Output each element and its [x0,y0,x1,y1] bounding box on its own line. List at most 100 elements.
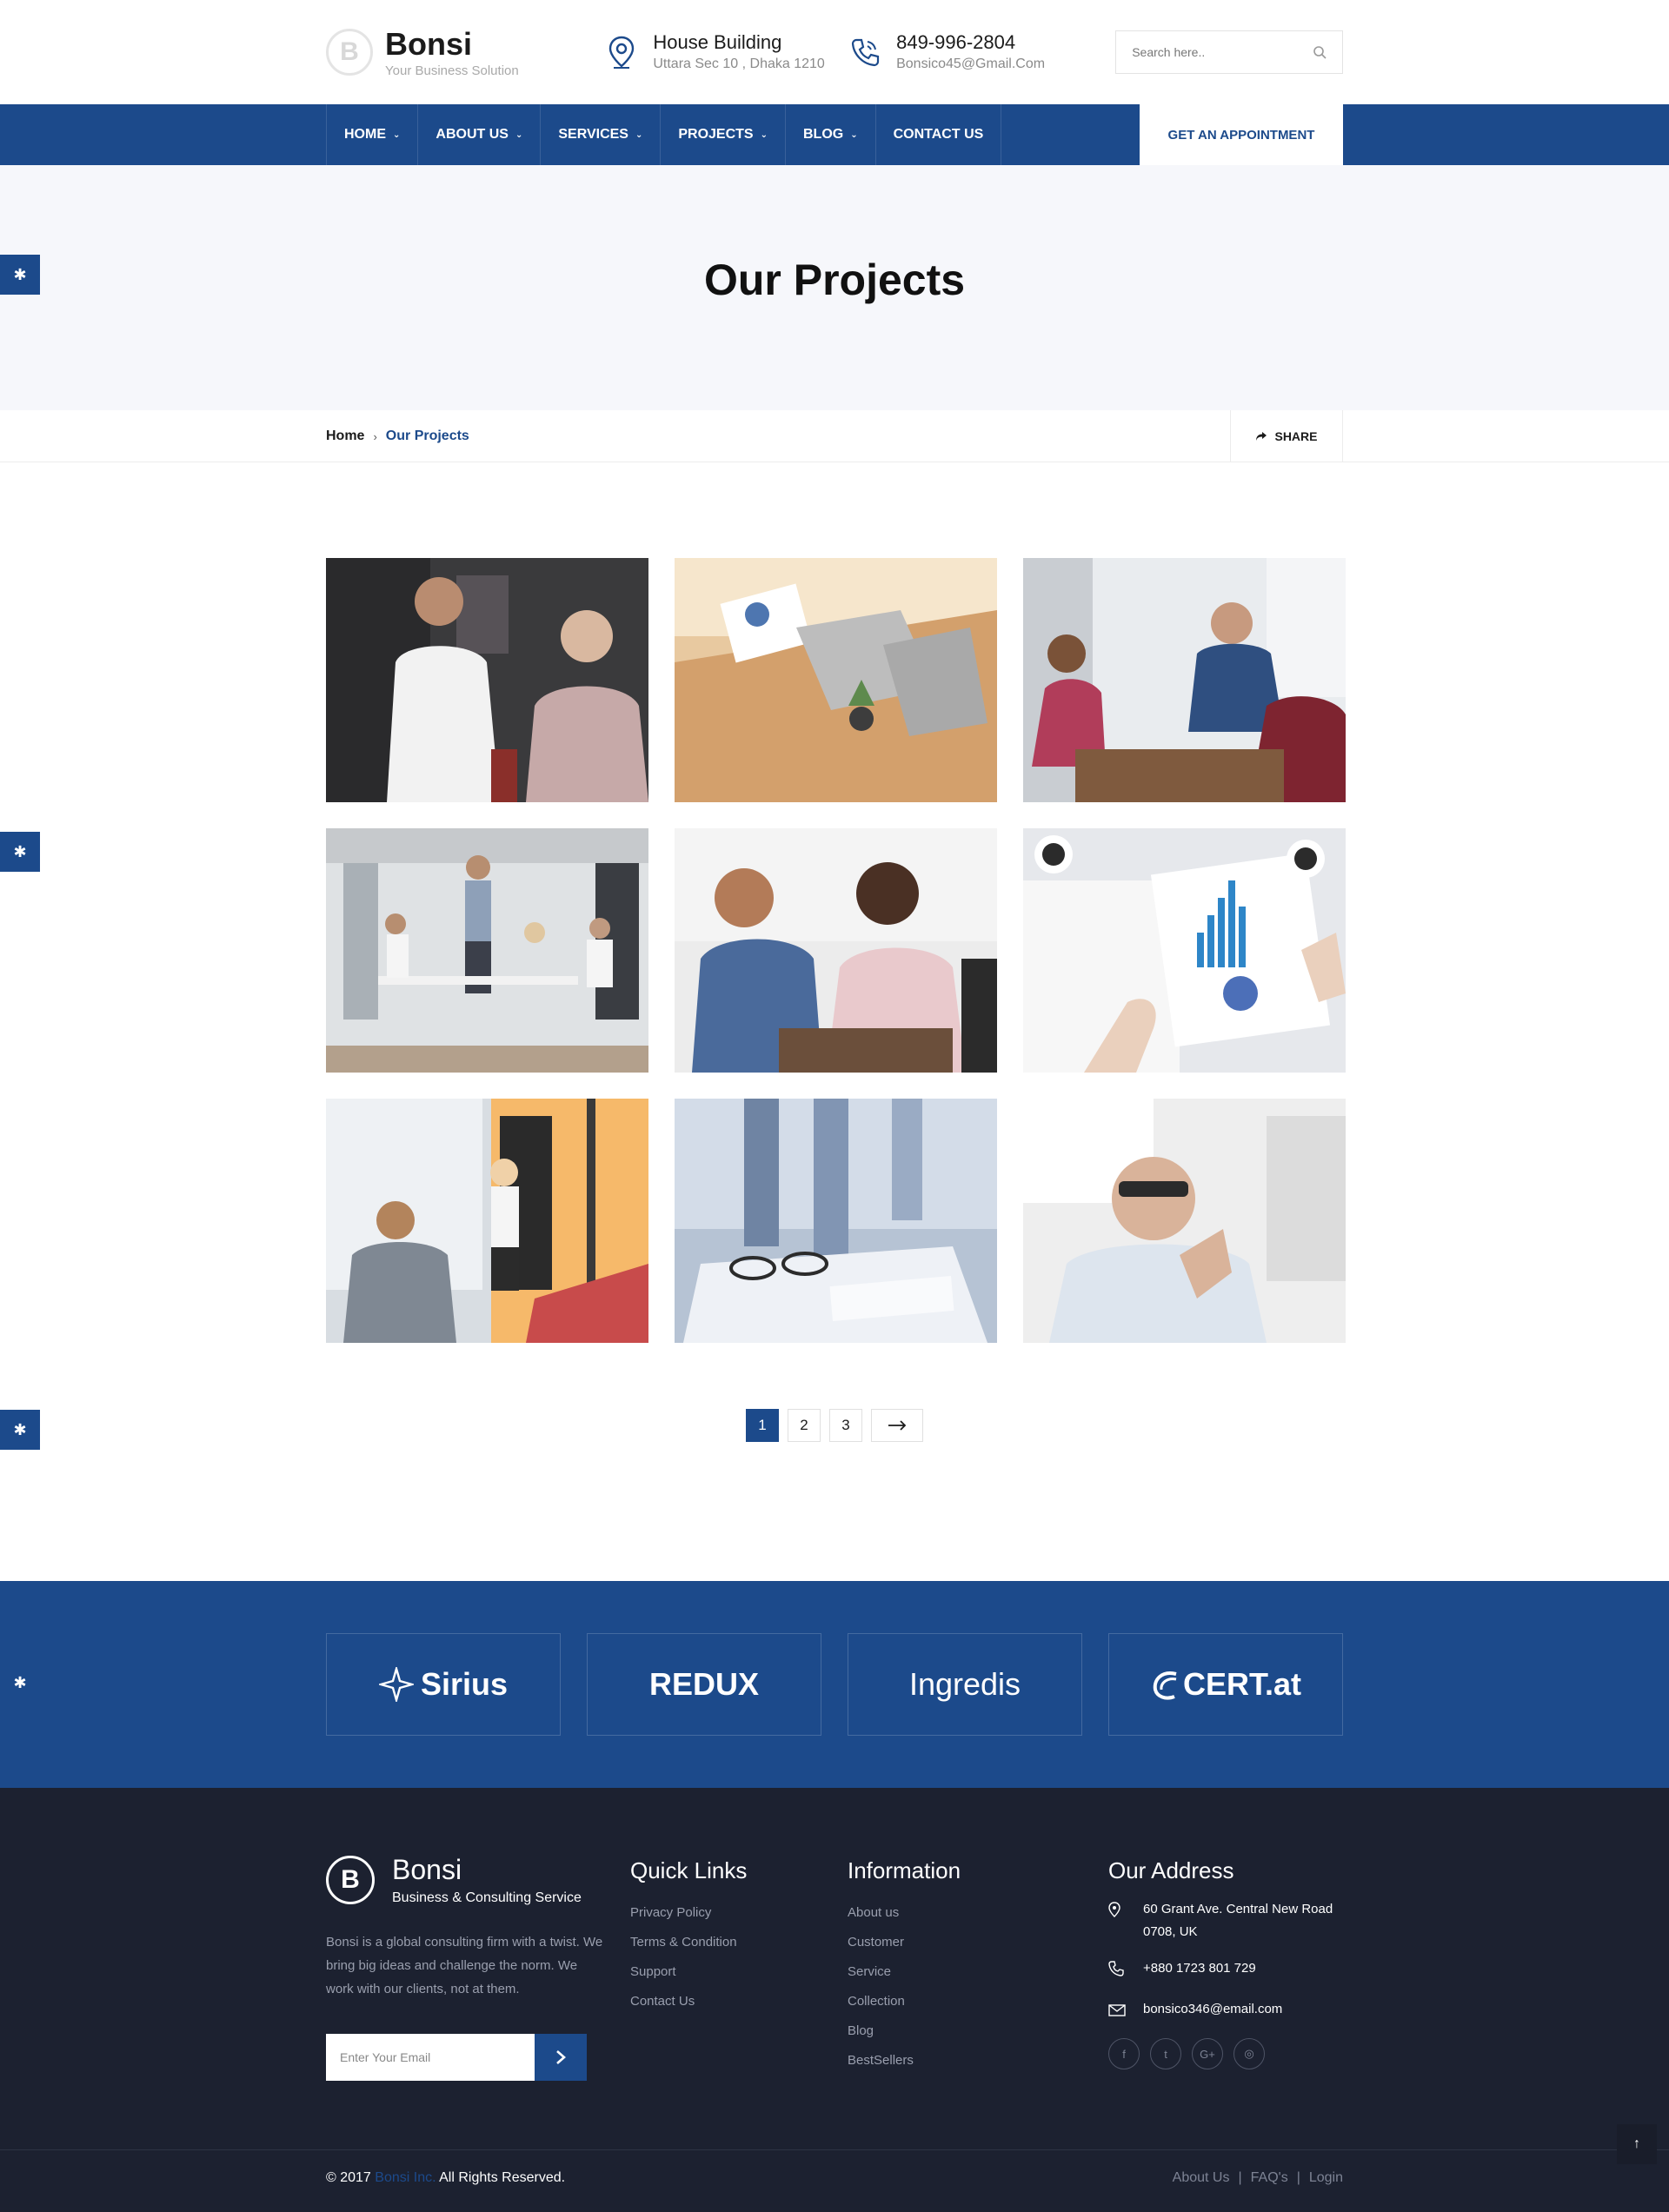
dribbble-icon[interactable]: ◎ [1233,2038,1265,2069]
address-text: 60 Grant Ave. Central New Road 0708, UK [1143,1902,1333,1939]
email-field[interactable]: Enter Your Email [326,2034,535,2081]
partners-section: Sirius REDUX Ingredis CERT.at [0,1581,1669,1788]
chevron-down-icon: ⌄ [635,130,643,140]
partner-logo-sirius[interactable]: Sirius [326,1633,561,1736]
thoughtful-man-photo[interactable] [1023,1099,1346,1343]
partner-name: Sirius [420,1666,509,1702]
footer-address: Our Address 60 Grant Ave. Central New Ro… [1108,1854,1343,2081]
partner-name: Ingredis [908,1666,1021,1702]
nav-label: HOME [344,127,386,142]
footer-link[interactable]: Customer [848,1928,1108,1957]
nav-item-about[interactable]: ABOUT US ⌄ [418,104,542,165]
footer-bottom-bar: © 2017 Bonsi Inc. All Rights Reserved. A… [0,2124,1669,2205]
nav-label: CONTACT US [893,127,984,142]
whiteboard-presentation-photo[interactable] [326,1099,648,1343]
settings-gear-icon[interactable]: ✱ [0,255,40,295]
next-page-button[interactable] [871,1409,923,1442]
google-plus-icon[interactable]: G+ [1192,2038,1223,2069]
footer-link[interactable]: Contact Us [630,1987,848,2016]
search-icon[interactable] [1313,45,1327,59]
footer-quick-links: Quick Links Privacy Policy Terms & Condi… [630,1854,848,2081]
footer-link[interactable]: BestSellers [848,2046,1108,2076]
copyright: © 2017 Bonsi Inc. All Rights Reserved. [326,2170,565,2186]
footer-link[interactable]: Service [848,1957,1108,1987]
partner-name: CERT.at [1182,1666,1302,1702]
footer-brand-name: Bonsi [392,1854,462,1885]
footer-link[interactable]: Blog [848,2016,1108,2046]
nav-item-services[interactable]: SERVICES ⌄ [541,104,662,165]
nav-item-blog[interactable]: BLOG ⌄ [786,104,876,165]
pagination: 1 2 3 [326,1409,1343,1581]
footer-information: Information About us Customer Service Co… [848,1854,1108,2081]
footer-link[interactable]: Privacy Policy [630,1898,848,1928]
bottom-link-login[interactable]: Login [1309,2170,1343,2186]
search-input[interactable]: Search here.. [1115,30,1343,74]
settings-gear-icon[interactable]: ✱ [0,832,40,872]
brand-name: Bonsi [385,25,473,62]
main-nav: HOME ⌄ ABOUT US ⌄ SERVICES ⌄ PROJECTS ⌄ BLOG… [0,104,1669,165]
address-heading: Our Address [1108,1857,1234,1883]
email-placeholder: Enter Your Email [340,2050,431,2064]
chevron-down-icon: ⌄ [850,130,858,140]
social-links: f t G+ ◎ [1108,2038,1343,2069]
partner-logo-cert[interactable]: CERT.at [1108,1633,1343,1736]
bottom-link-faq[interactable]: FAQ's [1251,2170,1288,2186]
footer-link[interactable]: Terms & Condition [630,1928,848,1957]
page-button-3[interactable]: 3 [829,1409,862,1442]
brand-logo[interactable]: B Bonsi Your Business Solution [326,25,602,78]
email-text[interactable]: bonsico346@email.com [1143,1998,1282,2024]
get-appointment-button[interactable]: GET AN APPOINTMENT [1140,104,1343,165]
information-heading: Information [848,1857,961,1883]
breadcrumb-separator-icon: › [373,429,377,443]
partner-logo-redux[interactable]: REDUX [587,1633,821,1736]
footer-tagline: Business & Consulting Service [392,1890,582,1905]
back-to-top-arrow-up-icon[interactable]: ↑ [1617,2124,1657,2164]
newsletter-form: Enter Your Email [326,2034,630,2081]
brand-tagline: Your Business Solution [385,63,519,78]
footer-link[interactable]: About us [848,1898,1108,1928]
nav-item-home[interactable]: HOME ⌄ [326,104,419,165]
footer-link[interactable]: Collection [848,1987,1108,2016]
header-email[interactable]: Bonsico45@Gmail.Com [896,55,1045,74]
page-banner: Our Projects [0,165,1669,410]
page-end [0,2205,1669,2212]
footer-brand[interactable]: B Bonsi Business & Consulting Service [326,1854,630,1906]
breadcrumb-home[interactable]: Home [326,428,364,444]
bottom-links: About Us | FAQ's | Login [1173,2170,1343,2186]
nav-label: ABOUT US [436,127,509,142]
coworkers-talking-photo[interactable] [675,828,997,1073]
two-men-office-photo[interactable] [326,558,648,802]
phone-icon [1108,1957,1143,1984]
footer-link[interactable]: Support [630,1957,848,1987]
nav-item-contact[interactable]: CONTACT US [876,104,1002,165]
footer-description: Bonsi is a global consulting firm with a… [326,1935,603,1996]
page-button-2[interactable]: 2 [788,1409,821,1442]
footer-about: B Bonsi Business & Consulting Service Bo… [326,1854,630,2081]
settings-gear-icon[interactable]: ✱ [0,1663,40,1703]
office-presentation-photo[interactable] [326,828,648,1073]
copyright-brand[interactable]: Bonsi Inc. [375,2170,436,2185]
address-row: 60 Grant Ave. Central New Road 0708, UK [1108,1898,1343,1943]
page-button-1[interactable]: 1 [746,1409,779,1442]
divider: | [1296,2170,1300,2185]
bottom-link-about[interactable]: About Us [1173,2170,1230,2186]
share-button[interactable]: SHARE [1230,410,1343,462]
partner-logo-ingredis[interactable]: Ingredis [848,1633,1082,1736]
twitter-icon[interactable]: t [1150,2038,1181,2069]
team-meeting-photo[interactable] [1023,558,1346,802]
breadcrumb-current: Our Projects [385,428,469,443]
phone-number[interactable]: 849-996-2804 [896,30,1045,55]
sirius-star-icon [378,1667,414,1702]
nav-label: BLOG [803,127,844,142]
laptop-desk-photo[interactable] [675,558,997,802]
mail-icon [1108,1998,1143,2024]
phone-text[interactable]: +880 1723 801 729 [1143,1957,1256,1984]
nav-item-projects[interactable]: PROJECTS ⌄ [661,104,786,165]
subscribe-button[interactable] [535,2034,587,2081]
charts-paperwork-photo[interactable] [1023,828,1346,1073]
address-title: House Building [653,31,782,53]
nav-label: PROJECTS [678,127,754,142]
settings-gear-icon[interactable]: ✱ [0,1410,40,1450]
facebook-icon[interactable]: f [1108,2038,1140,2069]
glasses-documents-photo[interactable] [675,1099,997,1343]
